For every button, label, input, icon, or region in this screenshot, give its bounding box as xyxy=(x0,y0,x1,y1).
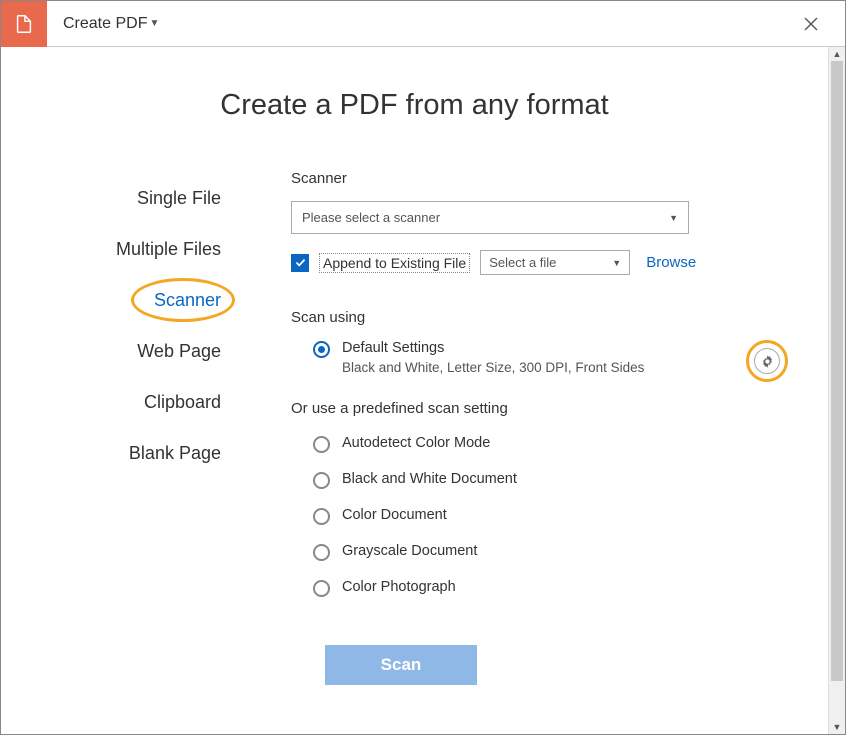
file-select-placeholder: Select a file xyxy=(489,255,556,270)
sidebar-item-scanner[interactable]: Scanner xyxy=(41,278,241,323)
page-title: Create a PDF from any format xyxy=(1,89,828,122)
radio-row-autodetect: Autodetect Color Mode xyxy=(291,435,788,453)
default-settings-sub: Black and White, Letter Size, 300 DPI, F… xyxy=(342,360,644,375)
radio-label: Grayscale Document xyxy=(342,543,477,559)
radio-color-photo[interactable] xyxy=(313,580,330,597)
dialog-title[interactable]: Create PDF ▼ xyxy=(63,15,159,33)
caret-down-icon: ▼ xyxy=(612,258,621,268)
scroll-down-arrow-icon[interactable]: ▼ xyxy=(829,720,845,734)
app-icon-box xyxy=(1,1,47,47)
scan-using-label: Scan using xyxy=(291,309,788,326)
scan-settings-button[interactable] xyxy=(754,348,780,374)
radio-row-color-photo: Color Photograph xyxy=(291,579,788,597)
dialog-header: Create PDF ▼ xyxy=(1,1,845,47)
caret-down-icon: ▼ xyxy=(149,18,159,29)
scan-button[interactable]: Scan xyxy=(325,645,477,685)
scanner-section-label: Scanner xyxy=(291,170,788,187)
sidebar-item-blank-page[interactable]: Blank Page xyxy=(41,431,241,476)
sidebar-item-label: Single File xyxy=(137,188,221,208)
radio-autodetect-color[interactable] xyxy=(313,436,330,453)
append-checkbox[interactable] xyxy=(291,254,309,272)
browse-link[interactable]: Browse xyxy=(646,254,696,271)
sidebar-item-label: Blank Page xyxy=(129,443,221,463)
caret-down-icon: ▼ xyxy=(669,213,678,223)
scanner-select-placeholder: Please select a scanner xyxy=(302,210,440,225)
close-icon xyxy=(803,16,819,32)
sidebar-item-clipboard[interactable]: Clipboard xyxy=(41,380,241,425)
document-plus-icon xyxy=(13,13,35,35)
radio-row-bw: Black and White Document xyxy=(291,471,788,489)
gear-icon xyxy=(760,354,775,369)
sidebar-item-label: Scanner xyxy=(154,290,221,310)
source-sidebar: Single File Multiple Files Scanner Web P… xyxy=(41,170,241,685)
scroll-up-arrow-icon[interactable]: ▲ xyxy=(829,47,845,61)
sidebar-item-label: Multiple Files xyxy=(116,239,221,259)
scanner-pane: Scanner Please select a scanner ▼ Append… xyxy=(241,170,788,685)
radio-label: Color Photograph xyxy=(342,579,456,595)
radio-label: Autodetect Color Mode xyxy=(342,435,490,451)
predefined-label: Or use a predefined scan setting xyxy=(291,400,788,417)
sidebar-item-multiple-files[interactable]: Multiple Files xyxy=(41,227,241,272)
vertical-scrollbar[interactable]: ▲ ▼ xyxy=(828,47,845,734)
radio-black-white-doc[interactable] xyxy=(313,472,330,489)
append-label: Append to Existing File xyxy=(319,253,470,273)
sidebar-item-single-file[interactable]: Single File xyxy=(41,176,241,221)
radio-label: Default Settings xyxy=(342,340,644,356)
radio-row-grayscale: Grayscale Document xyxy=(291,543,788,561)
radio-label: Color Document xyxy=(342,507,447,523)
sidebar-item-web-page[interactable]: Web Page xyxy=(41,329,241,374)
scanner-select[interactable]: Please select a scanner ▼ xyxy=(291,201,689,234)
radio-label: Black and White Document xyxy=(342,471,517,487)
radio-row-color-doc: Color Document xyxy=(291,507,788,525)
file-select[interactable]: Select a file ▼ xyxy=(480,250,630,275)
scrollbar-thumb[interactable] xyxy=(831,61,843,681)
radio-default-settings[interactable] xyxy=(313,341,330,358)
settings-highlight xyxy=(746,340,788,382)
sidebar-item-label: Web Page xyxy=(137,341,221,361)
append-row: Append to Existing File Select a file ▼ … xyxy=(291,250,788,275)
check-icon xyxy=(294,256,307,269)
dialog-title-text: Create PDF xyxy=(63,15,147,33)
main-content: Create a PDF from any format Single File… xyxy=(1,47,828,734)
radio-grayscale-doc[interactable] xyxy=(313,544,330,561)
default-settings-row: Default Settings Black and White, Letter… xyxy=(291,340,788,382)
sidebar-item-label: Clipboard xyxy=(144,392,221,412)
radio-color-doc[interactable] xyxy=(313,508,330,525)
close-button[interactable] xyxy=(795,12,827,36)
